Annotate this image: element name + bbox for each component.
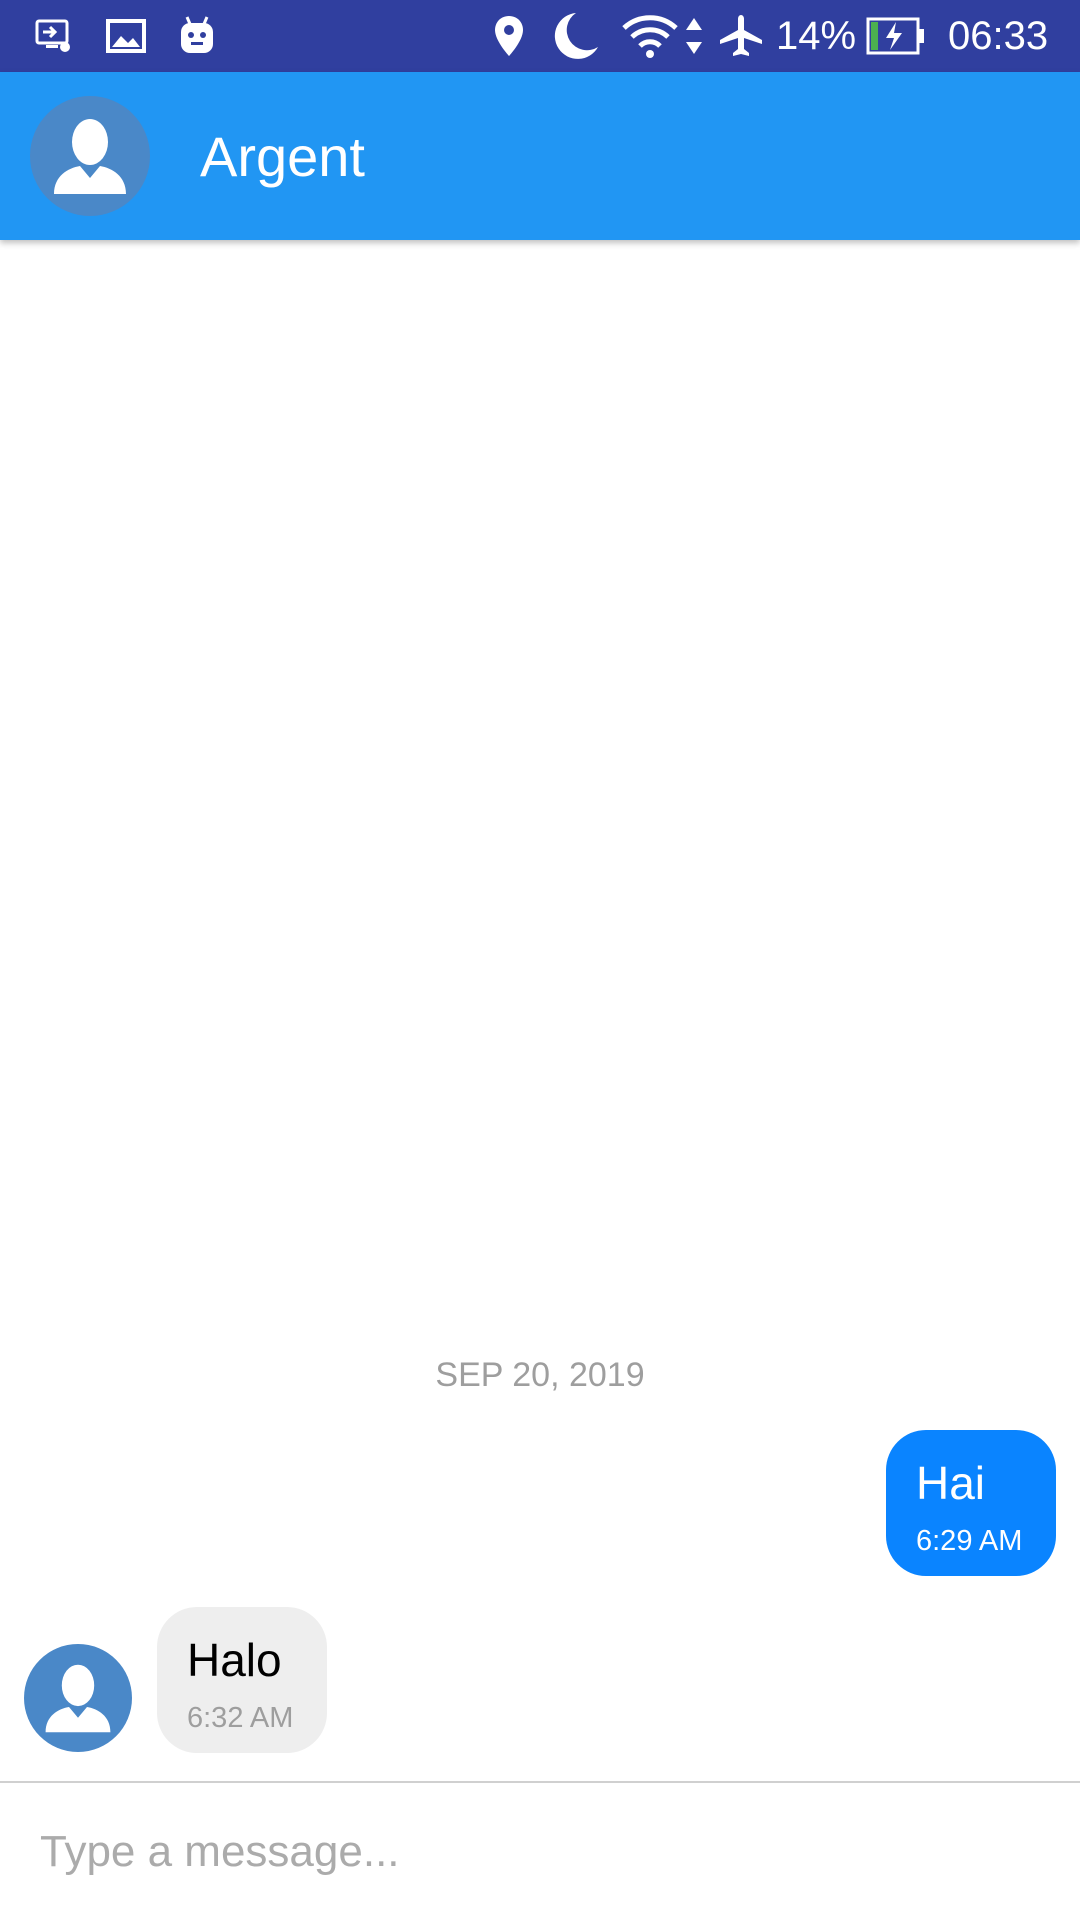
sender-avatar[interactable] xyxy=(24,1644,132,1752)
contact-name: Argent xyxy=(200,124,365,188)
battery-charging-icon xyxy=(866,0,926,72)
message-text: Halo xyxy=(187,1634,282,1686)
status-bar: 14% 06:33 xyxy=(0,0,1080,72)
android-icon xyxy=(178,0,216,72)
chat-header: Argent xyxy=(0,72,1080,240)
status-time: 06:33 xyxy=(948,13,1049,58)
do-not-disturb-moon-icon xyxy=(548,0,602,72)
message-time: 6:32 AM xyxy=(187,1702,294,1734)
message-text: Hai xyxy=(916,1457,986,1509)
wifi-icon xyxy=(622,0,678,72)
outgoing-message-bubble[interactable]: Hai 6:29 AM xyxy=(886,1430,1056,1576)
battery-percent: 14% xyxy=(776,13,857,58)
person-avatar-icon xyxy=(45,1664,111,1733)
location-icon xyxy=(492,0,526,72)
message-time: 6:29 AM xyxy=(916,1525,1023,1557)
incoming-message-bubble[interactable]: Halo 6:32 AM xyxy=(157,1607,327,1753)
image-icon xyxy=(106,0,146,72)
chat-screen: 14% 06:33 Argent SEP 20, 2019 Hai 6:29 A… xyxy=(0,0,1080,1920)
airplane-icon xyxy=(718,0,764,72)
screen-cast-icon xyxy=(34,0,74,72)
data-arrows-icon xyxy=(684,0,704,72)
message-composer xyxy=(0,1783,1080,1920)
contact-avatar[interactable] xyxy=(30,96,150,216)
person-avatar-icon xyxy=(54,119,126,194)
message-input[interactable] xyxy=(40,1783,1040,1920)
date-separator: SEP 20, 2019 xyxy=(435,1356,645,1394)
